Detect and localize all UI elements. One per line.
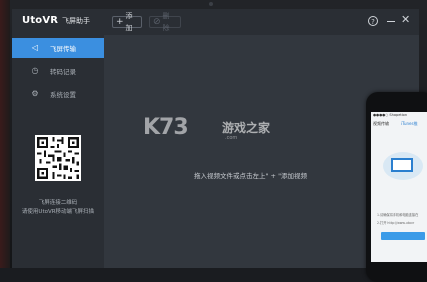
delete-button-label: 删除 [162, 12, 170, 32]
drop-hint: 拖入视频文件或点击左上" + "添加视频 [194, 172, 308, 180]
watermark-url: .com [225, 135, 238, 141]
phone-action-button [381, 232, 425, 240]
camera-icon [209, 2, 213, 6]
laptop-edge [0, 0, 10, 268]
plus-icon: + [116, 17, 124, 27]
app-logo: UtoVR [22, 15, 59, 26]
qr-caption-instruction: 请使用UtoVR移动端飞屏扫描 [21, 209, 95, 215]
delete-icon: ⊘ [153, 17, 161, 27]
sidebar-item-label: 飞屏传输 [50, 45, 76, 53]
help-icon[interactable]: ? [368, 16, 378, 26]
app-window: UtoVR 飞屏助手 + 添加 ⊘ 删除 ? ✕ ◁ 飞屏传输 ◷ 转码记录 ⚙… [12, 9, 419, 268]
phone-status-bar: ●●●●○ Shapetion [373, 113, 408, 117]
monitor-icon [391, 158, 413, 172]
clock-icon: ◷ [31, 66, 39, 75]
delete-button[interactable]: ⊘ 删除 [149, 12, 181, 32]
sidebar-item-label: 转码记录 [50, 68, 76, 76]
sidebar-item-label: 系统设置 [50, 91, 76, 99]
send-icon: ◁ [31, 43, 39, 52]
sidebar: ◁ 飞屏传输 ◷ 转码记录 ⚙ 系统设置 飞屏连接二维码 请使用UtoVR移动端… [12, 35, 104, 268]
sidebar-item-history[interactable]: ◷ 转码记录 [12, 61, 104, 81]
sidebar-item-transfer[interactable]: ◁ 飞屏传输 [12, 38, 104, 58]
add-button-label: 添加 [125, 12, 133, 32]
phone-instruction-1: 1.请确保将手机和电脑连接在 [377, 213, 419, 217]
sidebar-item-settings[interactable]: ⚙ 系统设置 [12, 84, 104, 104]
add-button[interactable]: + 添加 [112, 12, 142, 32]
phone-device: ●●●●○ Shapetion 视频传输 iTunes推 1.请确保将手机和电脑… [366, 92, 427, 282]
title-bar: UtoVR 飞屏助手 + 添加 ⊘ 删除 ? ✕ [12, 9, 419, 35]
qr-caption-title: 飞屏连接二维码 [38, 200, 78, 206]
watermark-logo: K73 [143, 115, 189, 140]
app-name: 飞屏助手 [62, 17, 90, 25]
gear-icon: ⚙ [31, 89, 39, 98]
phone-tab-transfer: 视频传输 [373, 121, 389, 126]
watermark-text: 游戏之家 [222, 121, 271, 135]
close-icon[interactable]: ✕ [401, 14, 410, 26]
qr-code [35, 135, 81, 181]
minimize-icon[interactable] [387, 21, 395, 22]
phone-screen: ●●●●○ Shapetion 视频传输 iTunes推 1.请确保将手机和电脑… [371, 112, 427, 262]
phone-tab-itunes: iTunes推 [401, 121, 418, 126]
phone-instruction-2: 2.打开 http://www.utovr [377, 221, 415, 225]
